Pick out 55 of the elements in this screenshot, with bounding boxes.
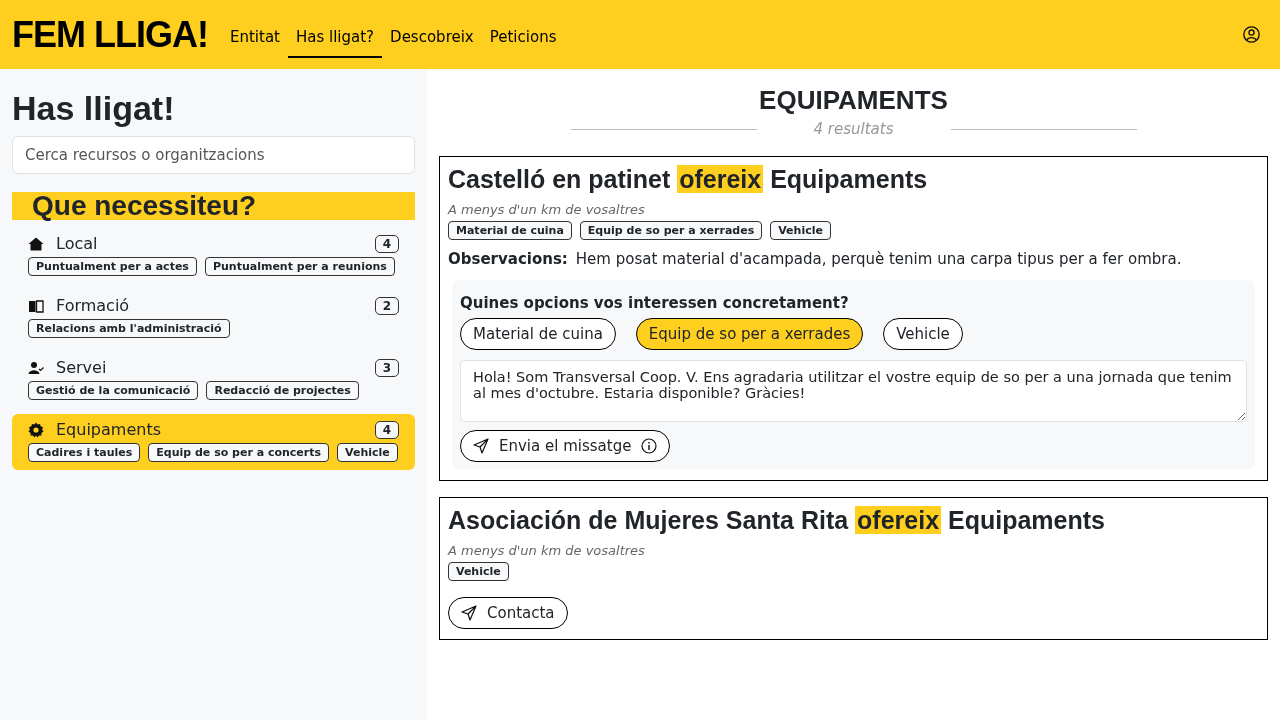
send-button[interactable]: Envia el missatge [460, 430, 671, 462]
tag: Equip de so per a concerts [148, 443, 330, 462]
tag: Material de cuina [448, 221, 572, 240]
send-icon [473, 438, 489, 454]
tag: Equip de so per a xerrades [579, 221, 763, 240]
tag: Vehicle [337, 443, 398, 462]
category-item[interactable]: Servei 3 Gestió de la comunicació Redacció de projectes [12, 352, 415, 408]
house-icon [28, 235, 44, 252]
tag: Puntualment per a reunions [204, 257, 395, 276]
gear-icon [28, 421, 44, 438]
tag: Puntualment per a actes [28, 257, 197, 276]
info-icon [641, 438, 658, 454]
book-icon [28, 297, 44, 314]
person-check-icon [28, 359, 44, 376]
count-badge: 2 [374, 296, 399, 315]
tag: Redacció de projectes [206, 381, 359, 400]
category-name: Local [56, 234, 98, 253]
observations-text: Hem posat material d'acampada, perquè tenim una carpa tipus per a fer ombra. [575, 250, 1182, 268]
tag: Gestió de la comunicació [28, 381, 199, 400]
category-name: Equipaments [56, 420, 161, 439]
nav-link[interactable]: Descobreix [382, 17, 482, 58]
offer-title: Castelló en patinet ofereix Equipaments [448, 165, 929, 194]
page-title: Has lligat! [12, 89, 176, 128]
message-field[interactable]: Hola! Som Transversal Coop. V. Ens agradaria utilitzar el vostre equip de so per a una jornada que tenim al mes d'octubre. Estaria disponible? Gràcies! [460, 360, 1247, 422]
send-icon [461, 605, 477, 621]
category-name: Formació [56, 296, 130, 315]
tag: Vehicle [770, 221, 831, 240]
count-badge: 4 [374, 234, 399, 253]
section-heading: Que necessiteu? [12, 192, 415, 220]
contact-button[interactable]: Contacta [448, 597, 568, 629]
tag: Cadires i taules [28, 443, 141, 462]
tag: Vehicle [448, 562, 509, 581]
observations-label: Observacions: [448, 250, 568, 268]
nav-link[interactable]: Has lligat? [287, 17, 383, 58]
option-button[interactable]: Material de cuina [460, 318, 616, 350]
nav-link[interactable]: Peticions [481, 17, 565, 58]
distance-text: A menys d'un km de vosaltres [448, 543, 646, 558]
option-button[interactable]: Vehicle [883, 318, 963, 350]
results-count: 4 resultats [812, 120, 895, 138]
category-item[interactable]: Formació 2 Relacions amb l'administració [12, 290, 415, 346]
count-badge: 3 [374, 358, 399, 377]
distance-text: A menys d'un km de vosaltres [448, 202, 646, 217]
results-title: EQUIPAMENTS [758, 85, 949, 116]
question-text: Quines opcions vos interessen concretament? [460, 294, 850, 312]
logo[interactable]: FEM LLIGA! [12, 13, 208, 56]
search-field[interactable]: Cerca recursos o organitzacions [12, 136, 415, 174]
category-name: Servei [56, 358, 107, 377]
user-icon[interactable] [1243, 26, 1260, 43]
category-item[interactable]: Equipaments 4 Cadires i taules Equip de so per a concerts Vehicle [12, 414, 415, 470]
option-button[interactable]: Equip de so per a xerrades [635, 318, 864, 350]
category-item[interactable]: Local 4 Puntualment per a actes Puntualment per a reunions [12, 228, 415, 284]
tag: Relacions amb l'administració [28, 319, 230, 338]
nav-link[interactable]: Entitat [221, 17, 288, 58]
offer-title: Asociación de Mujeres Santa Rita ofereix Equipaments [448, 506, 1106, 535]
count-badge: 4 [374, 420, 399, 439]
